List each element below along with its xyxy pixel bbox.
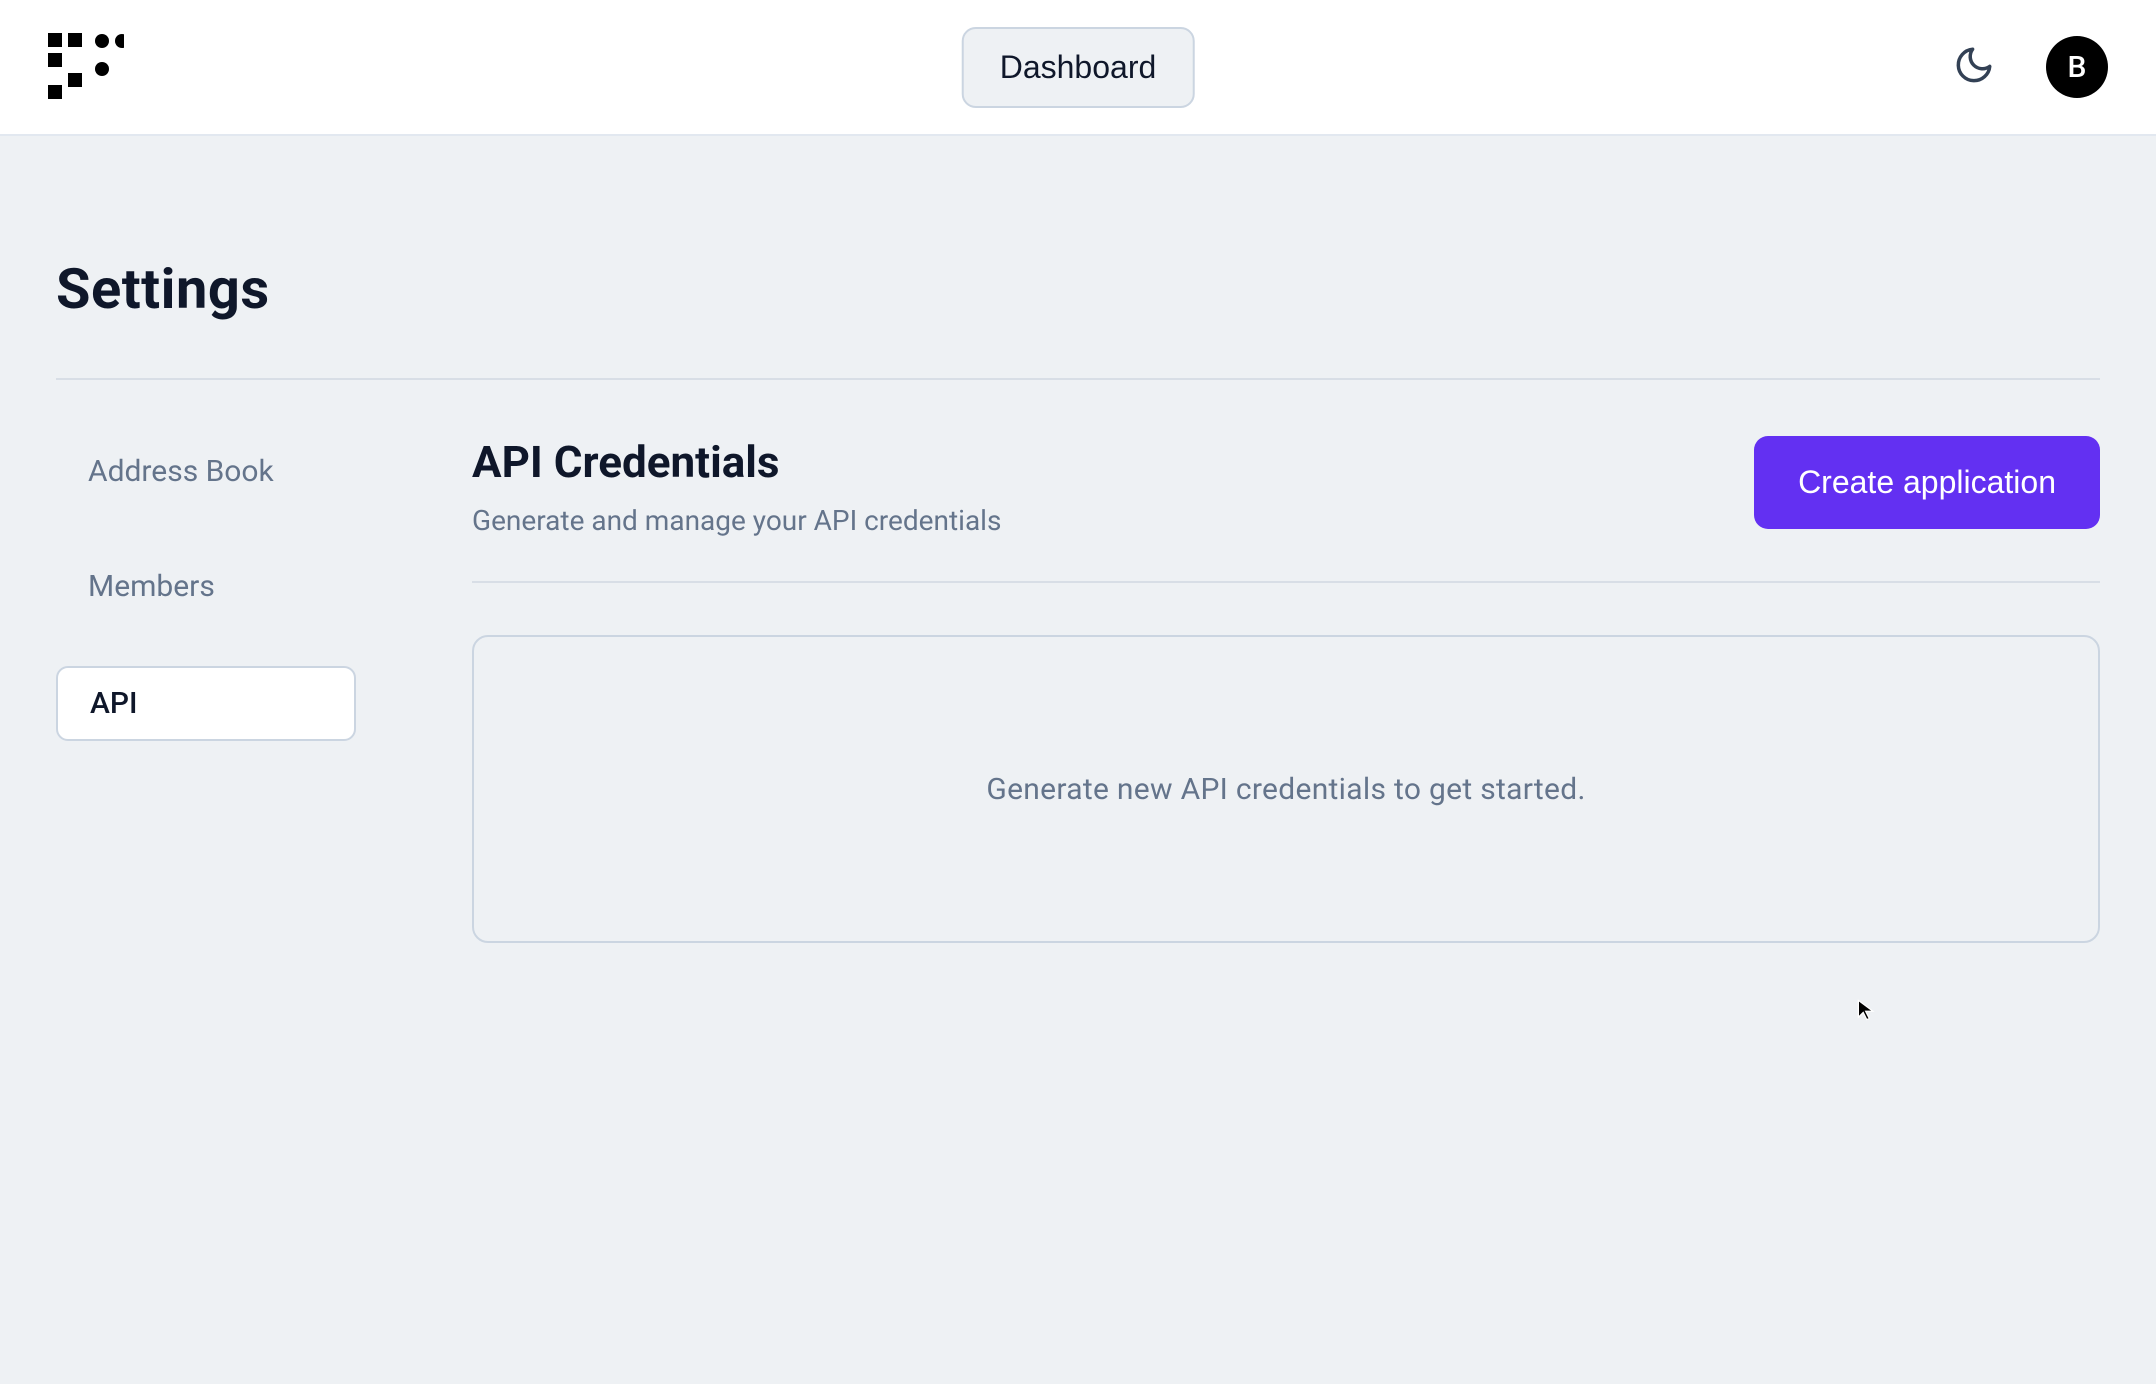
empty-state-text: Generate new API credentials to get star…	[986, 772, 1585, 807]
page-title: Settings	[56, 256, 2100, 380]
app-logo[interactable]	[48, 33, 124, 101]
mouse-cursor-icon	[1856, 998, 1880, 1022]
main-panel: API Credentials Generate and manage your…	[472, 436, 2100, 943]
section-subtitle: Generate and manage your API credentials	[472, 504, 1001, 537]
sidebar-item-api[interactable]: API	[56, 666, 356, 741]
create-application-button[interactable]: Create application	[1754, 436, 2100, 529]
moon-icon	[1953, 44, 1995, 90]
topbar: Dashboard B	[0, 0, 2156, 136]
settings-sidebar: Address Book Members API	[56, 436, 416, 741]
sidebar-item-members[interactable]: Members	[56, 551, 356, 622]
sidebar-item-label: API	[90, 686, 138, 721]
page-body: Settings Address Book Members API API Cr…	[0, 136, 2156, 943]
section-header: API Credentials Generate and manage your…	[472, 436, 2100, 583]
sidebar-item-label: Members	[88, 569, 215, 604]
dashboard-button[interactable]: Dashboard	[962, 27, 1195, 108]
avatar[interactable]: B	[2046, 36, 2108, 98]
section-title: API Credentials	[472, 436, 1001, 488]
theme-toggle-button[interactable]	[1950, 43, 1998, 91]
sidebar-item-address-book[interactable]: Address Book	[56, 436, 356, 507]
sidebar-item-label: Address Book	[88, 454, 274, 489]
empty-state-card: Generate new API credentials to get star…	[472, 635, 2100, 943]
